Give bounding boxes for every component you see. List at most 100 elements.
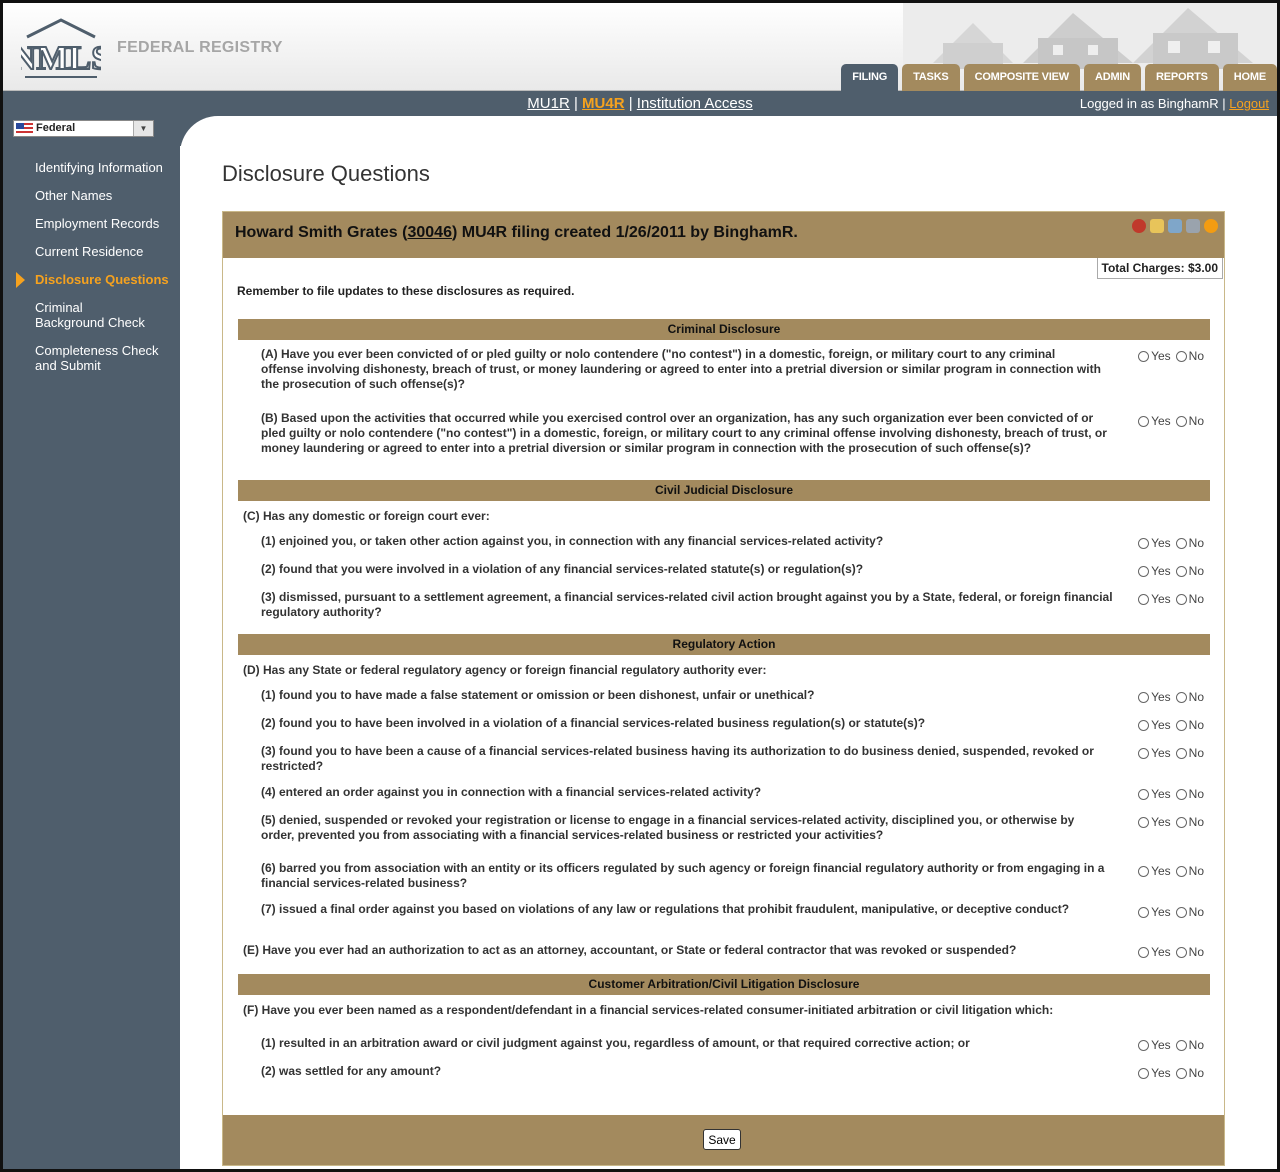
radio-circle[interactable] xyxy=(1175,415,1187,427)
radio-c3-no[interactable]: No xyxy=(1175,592,1204,606)
radio-circle[interactable] xyxy=(1175,1067,1187,1079)
institution-access-link[interactable]: Institution Access xyxy=(637,95,753,112)
radio-f2-no[interactable]: No xyxy=(1175,1066,1204,1080)
radio-circle[interactable] xyxy=(1138,565,1150,577)
radio-circle[interactable] xyxy=(1138,865,1150,877)
radio-circle[interactable] xyxy=(1175,350,1187,362)
radio-d3-no[interactable]: No xyxy=(1175,746,1204,760)
radio-f2-yes[interactable]: Yes xyxy=(1138,1066,1171,1080)
help-icon[interactable] xyxy=(1204,219,1218,233)
registry-select[interactable]: Federal ▼ xyxy=(13,120,154,137)
radio-circle[interactable] xyxy=(1138,415,1150,427)
tab-admin[interactable]: ADMIN xyxy=(1083,64,1142,91)
radio-circle[interactable] xyxy=(1138,906,1150,918)
radio-circle[interactable] xyxy=(1175,747,1187,759)
logo-text: NMLS xyxy=(21,40,101,77)
radio-circle[interactable] xyxy=(1138,537,1150,549)
radio-d2-no[interactable]: No xyxy=(1175,718,1204,732)
radio-circle[interactable] xyxy=(1175,565,1187,577)
total-charges: Total Charges: $3.00 xyxy=(1096,258,1223,279)
sidebar-item-current-residence[interactable]: Current Residence xyxy=(3,244,180,259)
tab-reports[interactable]: REPORTS xyxy=(1145,64,1219,91)
sidebar-item-identifying-information[interactable]: Identifying Information xyxy=(3,160,180,175)
sidebar: Federal ▼ Identifying Information Other … xyxy=(3,116,180,1169)
main-tabs: FILING TASKS COMPOSITE VIEW ADMIN REPORT… xyxy=(841,64,1277,91)
radio-circle[interactable] xyxy=(1175,788,1187,800)
radio-circle[interactable] xyxy=(1175,593,1187,605)
tab-home[interactable]: HOME xyxy=(1222,64,1277,91)
radio-c2-yes[interactable]: Yes xyxy=(1138,564,1171,578)
radio-d6-no[interactable]: No xyxy=(1175,864,1204,878)
radio-circle[interactable] xyxy=(1138,747,1150,759)
radio-circle[interactable] xyxy=(1138,1039,1150,1051)
radio-d6-yes[interactable]: Yes xyxy=(1138,864,1171,878)
chevron-down-icon[interactable]: ▼ xyxy=(133,121,153,136)
radio-d4-yes[interactable]: Yes xyxy=(1138,787,1171,801)
radio-circle[interactable] xyxy=(1138,350,1150,362)
radio-f1-no[interactable]: No xyxy=(1175,1038,1204,1052)
question-c: (C) Has any domestic or foreign court ev… xyxy=(243,509,490,523)
radio-label: No xyxy=(1188,536,1204,550)
radio-circle[interactable] xyxy=(1175,719,1187,731)
sidebar-item-disclosure-questions[interactable]: Disclosure Questions xyxy=(3,272,180,288)
section-header-civil: Civil Judicial Disclosure xyxy=(238,480,1210,501)
radio-circle[interactable] xyxy=(1138,788,1150,800)
radio-d4-no[interactable]: No xyxy=(1175,787,1204,801)
sidebar-item-completeness-check[interactable]: Completeness Check and Submit xyxy=(3,343,173,373)
radio-circle[interactable] xyxy=(1138,719,1150,731)
radio-f1-yes[interactable]: Yes xyxy=(1138,1038,1171,1052)
tab-composite-view[interactable]: COMPOSITE VIEW xyxy=(963,64,1080,91)
radio-d1-yes[interactable]: Yes xyxy=(1138,690,1171,704)
answer-d4: Yes No xyxy=(1138,787,1204,801)
question-d6: (6) barred you from association with an … xyxy=(261,861,1105,890)
individual-id-link[interactable]: 30046 xyxy=(407,224,452,241)
radio-a-no[interactable]: No xyxy=(1175,349,1204,363)
radio-circle[interactable] xyxy=(1138,691,1150,703)
tab-tasks[interactable]: TASKS xyxy=(902,64,960,91)
radio-d7-no[interactable]: No xyxy=(1175,905,1204,919)
answer-a: Yes No xyxy=(1138,349,1204,363)
radio-circle[interactable] xyxy=(1175,946,1187,958)
radio-d5-yes[interactable]: Yes xyxy=(1138,815,1171,829)
print-icon[interactable] xyxy=(1186,219,1200,233)
radio-circle[interactable] xyxy=(1138,816,1150,828)
radio-c1-yes[interactable]: Yes xyxy=(1138,536,1171,550)
export-icon[interactable] xyxy=(1168,219,1182,233)
radio-label: No xyxy=(1188,746,1204,760)
logout-link[interactable]: Logout xyxy=(1229,96,1269,111)
radio-c3-yes[interactable]: Yes xyxy=(1138,592,1171,606)
radio-b-no[interactable]: No xyxy=(1175,414,1204,428)
mu4r-link[interactable]: MU4R xyxy=(582,95,625,112)
radio-circle[interactable] xyxy=(1175,691,1187,703)
sidebar-item-criminal-background-check[interactable]: Criminal Background Check xyxy=(3,300,163,330)
answer-f2: Yes No xyxy=(1138,1066,1204,1080)
radio-circle[interactable] xyxy=(1175,816,1187,828)
radio-e-yes[interactable]: Yes xyxy=(1138,945,1171,959)
radio-e-no[interactable]: No xyxy=(1175,945,1204,959)
radio-circle[interactable] xyxy=(1175,1039,1187,1051)
radio-d5-no[interactable]: No xyxy=(1175,815,1204,829)
spreadsheet-icon[interactable] xyxy=(1150,219,1164,233)
radio-d7-yes[interactable]: Yes xyxy=(1138,905,1171,919)
radio-d1-no[interactable]: No xyxy=(1175,690,1204,704)
radio-circle[interactable] xyxy=(1175,865,1187,877)
tab-filing[interactable]: FILING xyxy=(841,64,899,91)
radio-circle[interactable] xyxy=(1138,1067,1150,1079)
close-circle-icon[interactable] xyxy=(1132,219,1146,233)
radio-circle[interactable] xyxy=(1138,593,1150,605)
sidebar-item-other-names[interactable]: Other Names xyxy=(3,188,180,203)
radio-d2-yes[interactable]: Yes xyxy=(1138,718,1171,732)
radio-b-yes[interactable]: Yes xyxy=(1138,414,1171,428)
radio-a-yes[interactable]: Yes xyxy=(1138,349,1171,363)
radio-d3-yes[interactable]: Yes xyxy=(1138,746,1171,760)
radio-circle[interactable] xyxy=(1175,906,1187,918)
radio-c1-no[interactable]: No xyxy=(1175,536,1204,550)
radio-label: No xyxy=(1188,864,1204,878)
save-button[interactable]: Save xyxy=(703,1129,741,1150)
radio-circle[interactable] xyxy=(1175,537,1187,549)
radio-circle[interactable] xyxy=(1138,946,1150,958)
mu1r-link[interactable]: MU1R xyxy=(527,95,570,112)
radio-label: Yes xyxy=(1151,746,1171,760)
sidebar-item-employment-records[interactable]: Employment Records xyxy=(3,216,180,231)
radio-c2-no[interactable]: No xyxy=(1175,564,1204,578)
